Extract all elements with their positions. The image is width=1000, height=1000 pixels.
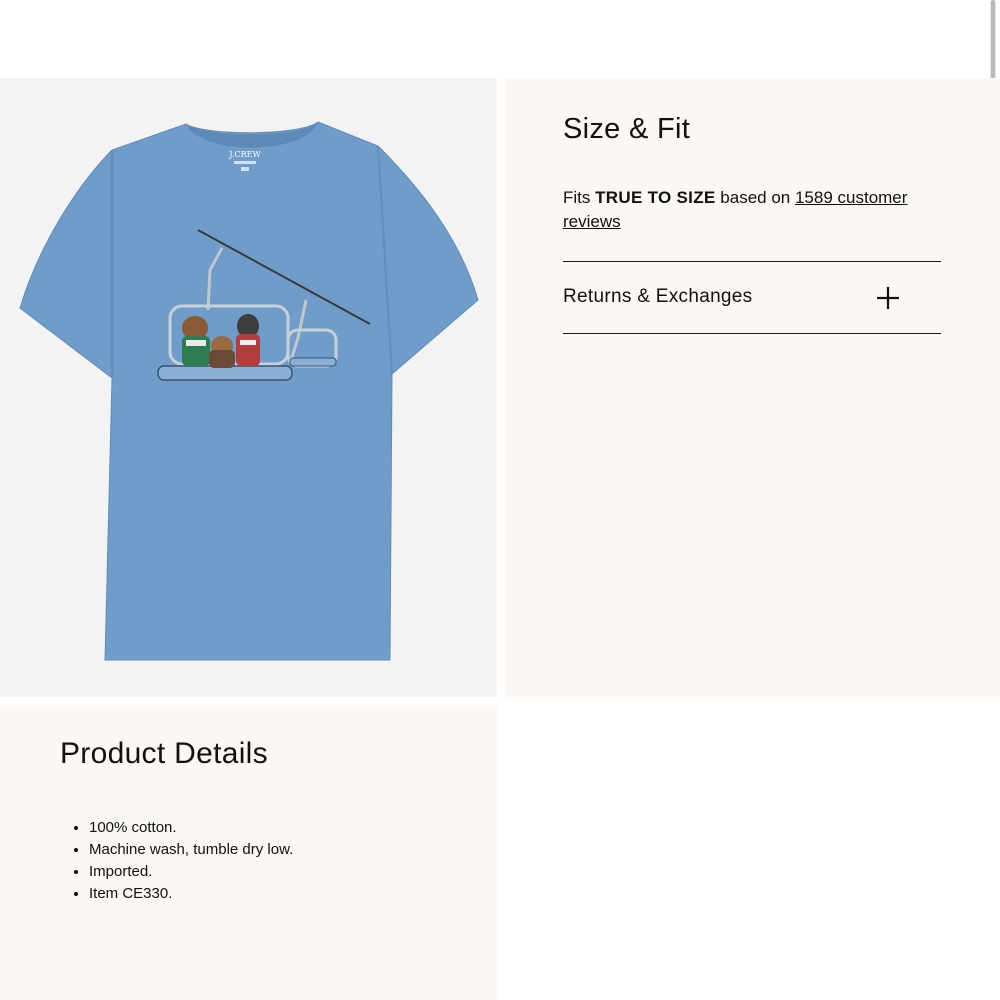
t-shirt-illustration: J.CREW: [19, 121, 479, 661]
plus-icon[interactable]: [876, 286, 900, 310]
size-fit-panel: Size & Fit Fits TRUE TO SIZE based on 15…: [505, 78, 1000, 697]
fit-summary: Fits TRUE TO SIZE based on 1589 customer…: [563, 186, 923, 234]
product-page: J.CREW Size & Fit Fits TRUE TO SIZE base…: [0, 0, 1000, 1000]
fit-prefix: Fits: [563, 188, 591, 207]
t-shirt-body: [19, 121, 479, 661]
product-details-panel: Product Details 100% cotton. Machine was…: [0, 705, 497, 1000]
list-item: 100% cotton.: [89, 817, 293, 839]
brand-neck-label: J.CREW: [228, 150, 261, 159]
page-header-area: [0, 0, 1000, 78]
fit-value: TRUE TO SIZE: [595, 188, 716, 207]
fit-middle: based on: [720, 188, 791, 207]
scrollbar-thumb[interactable]: [991, 0, 995, 82]
product-details-list: 100% cotton. Machine wash, tumble dry lo…: [76, 817, 293, 905]
size-fit-title: Size & Fit: [563, 113, 691, 145]
product-image[interactable]: J.CREW: [0, 78, 497, 697]
returns-exchanges-accordion[interactable]: Returns & Exchanges: [563, 264, 941, 332]
empty-panel: [505, 705, 1000, 1000]
divider-bottom: [563, 333, 941, 334]
list-item: Machine wash, tumble dry low.: [89, 839, 293, 861]
list-item: Imported.: [89, 861, 293, 883]
list-item: Item CE330.: [89, 883, 293, 905]
divider-top: [563, 261, 941, 262]
returns-exchanges-label: Returns & Exchanges: [563, 286, 753, 307]
product-details-title: Product Details: [60, 737, 268, 770]
